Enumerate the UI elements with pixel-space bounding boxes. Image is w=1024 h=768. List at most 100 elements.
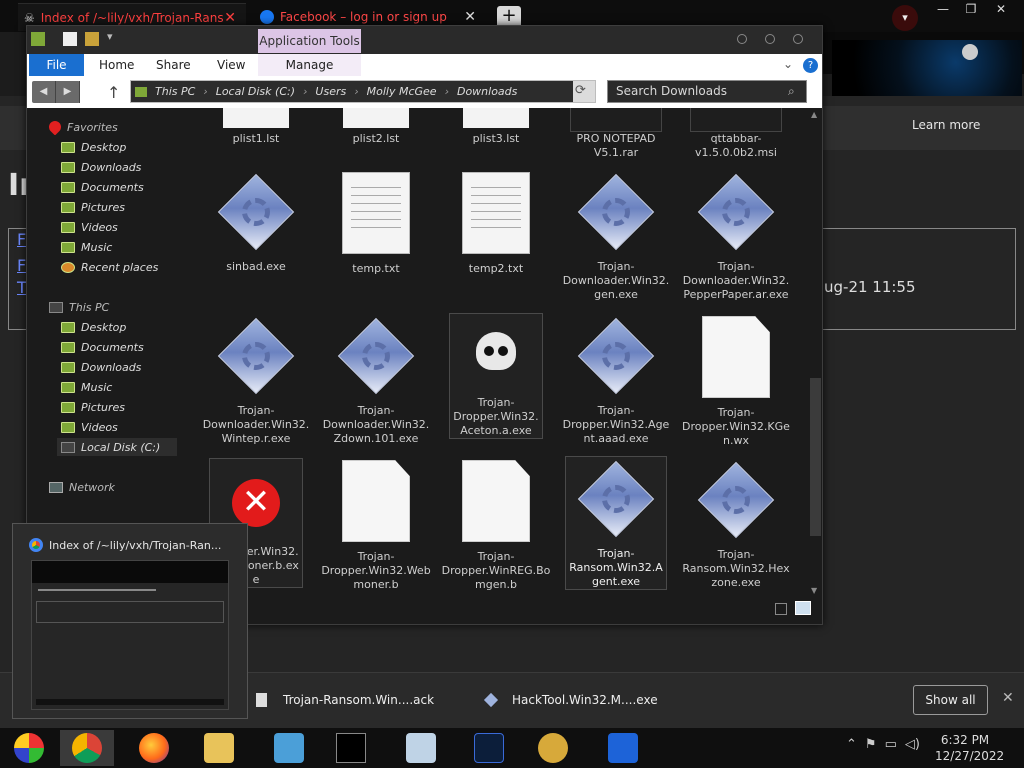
chevron-down-icon[interactable]: ▾ [892,5,918,31]
taskbar-people[interactable] [262,730,316,766]
maximize-icon[interactable] [765,34,775,44]
vertical-scrollbar[interactable]: ▲ ▼ [809,108,822,598]
download-item[interactable]: Trojan-Ransom.Win....ack [256,693,434,707]
file-item[interactable]: plist2.lst [321,108,431,146]
volume-icon[interactable]: ◁) [905,737,920,752]
avatar[interactable] [962,44,978,60]
scroll-down-icon[interactable]: ▼ [811,586,817,595]
breadcrumb-item[interactable]: Molly McGee [367,85,437,98]
nav-fav-documents[interactable]: Documents [61,178,144,196]
download-item-label: Trojan-Ransom.Win....ack [283,693,435,707]
taskbar-clock[interactable]: 6:32 PM 12/27/2022 [935,732,1004,764]
file-item[interactable]: Trojan-Dropper.Win32.KGen.wx [681,316,791,448]
help-icon[interactable]: ? [803,58,818,73]
tab-home[interactable]: Home [99,54,134,76]
file-item[interactable]: sinbad.exe [201,172,311,274]
taskbar-chrome[interactable] [60,730,114,766]
nav-favorites[interactable]: Favorites [46,118,118,136]
scrollbar-thumb[interactable] [810,378,821,536]
close-tab-icon[interactable]: ✕ [224,10,236,26]
taskbar-thumbnail-preview[interactable]: Index of /~lily/vxh/Trojan-Ran... [12,523,248,719]
file-item[interactable]: plist3.lst [441,108,551,146]
back-icon[interactable]: ◀ [32,81,56,103]
file-item[interactable]: Trojan-Dropper.Win32.Aceton.a.exe [449,313,543,439]
search-input[interactable]: Search Downloads ⌕ [607,80,807,103]
refresh-icon[interactable]: ⟳ [575,83,586,98]
close-shelf-icon[interactable]: ✕ [1002,690,1014,706]
close-tab-icon[interactable]: ✕ [464,9,476,25]
download-item[interactable]: HackTool.Win32.M....exe [483,692,658,708]
nav-pc-downloads[interactable]: Downloads [61,358,141,376]
taskbar-keys[interactable] [526,730,580,766]
file-item[interactable]: Trojan-Dropper.WinREG.Bomgen.b [441,460,551,592]
close-icon[interactable] [793,34,803,44]
breadcrumb-item[interactable]: Downloads [457,85,517,98]
nav-pc-documents[interactable]: Documents [61,338,144,356]
nav-fav-recent[interactable]: Recent places [61,258,158,276]
nav-fav-pictures[interactable]: Pictures [61,198,125,216]
restore-icon[interactable]: ❐ [956,2,986,18]
nav-pc-desktop[interactable]: Desktop [61,318,126,336]
properties-icon[interactable] [63,32,77,46]
taskbar-monitor[interactable] [394,730,448,766]
minimize-icon[interactable] [737,34,747,44]
listing-link[interactable]: F [17,230,26,249]
file-item-selected[interactable]: Trojan-Ransom.Win32.Agent.exe [565,456,667,590]
tab-manage[interactable]: Manage [258,54,361,76]
flag-icon[interactable]: ⚑ [865,737,877,752]
file-item[interactable]: plist1.lst [201,108,311,146]
nav-fav-videos[interactable]: Videos [61,218,118,236]
nav-pc-pictures[interactable]: Pictures [61,398,125,416]
customize-toolbar-icon[interactable]: ▾ [107,30,113,43]
file-item[interactable]: Trojan-Dropper.Win32.Webmoner.b [321,460,431,592]
file-item[interactable]: qttabbar-v1.5.0.0b2.msi [681,108,791,160]
forward-icon[interactable]: ▶ [56,81,80,103]
pictures-icon [61,201,75,213]
breadcrumb-item[interactable]: Users [315,85,346,98]
taskbar-cmd[interactable] [324,730,378,766]
file-item[interactable]: temp.txt [321,172,431,276]
chevron-up-icon[interactable]: ⌃ [846,737,857,752]
file-item[interactable]: Trojan-Downloader.Win32.PepperPaper.ar.e… [681,172,791,302]
file-item[interactable]: Trojan-Dropper.Win32.Agent.aaad.exe [561,316,671,446]
start-button[interactable] [2,730,56,766]
show-all-button[interactable]: Show all [913,685,988,715]
nav-pc-local-disk[interactable]: Local Disk (C:) [57,438,177,456]
breadcrumb-item[interactable]: Local Disk (C:) [216,85,295,98]
tab-view[interactable]: View [217,54,245,76]
tab-file[interactable]: File [29,54,84,76]
details-view-icon[interactable] [775,603,787,615]
taskbar-file-explorer[interactable] [192,730,246,766]
file-item[interactable]: Trojan-Ransom.Win32.Hexzone.exe [681,460,791,590]
nav-fav-desktop[interactable]: Desktop [61,138,126,156]
network-icon[interactable]: ▭ [885,737,897,752]
file-label: Trojan-Dropper.Win32.Agent.aaad.exe [562,404,670,445]
nav-fav-downloads[interactable]: Downloads [61,158,141,176]
file-item[interactable]: Trojan-Downloader.Win32.gen.exe [561,172,671,302]
file-item[interactable]: Trojan-Downloader.Win32.Zdown.101.exe [321,316,431,446]
search-icon[interactable]: ⌕ [788,81,795,102]
taskbar-app[interactable] [462,730,516,766]
file-item[interactable]: PRO NOTEPAD V5.1.rar [561,108,671,160]
nav-fav-music[interactable]: Music [61,238,112,256]
minimize-icon[interactable]: — [928,2,958,18]
up-arrow-icon[interactable]: ↑ [107,83,120,102]
close-window-icon[interactable]: ✕ [986,2,1016,18]
learn-more-link[interactable]: Learn more [912,118,980,132]
tab-share[interactable]: Share [156,54,191,76]
taskbar-hacker-app[interactable] [596,730,650,766]
file-item[interactable]: temp2.txt [441,172,551,276]
large-icons-view-icon[interactable] [795,601,811,615]
nav-network[interactable]: Network [49,478,115,496]
file-item[interactable]: Trojan-Downloader.Win32.Wintep.r.exe [201,316,311,446]
expand-ribbon-icon[interactable]: ⌄ [783,57,793,71]
nav-this-pc[interactable]: This PC [49,298,109,316]
new-folder-icon[interactable] [85,32,99,46]
scroll-up-icon[interactable]: ▲ [811,110,817,119]
listing-link[interactable]: F [17,256,26,275]
nav-pc-videos[interactable]: Videos [61,418,118,436]
nav-pc-music[interactable]: Music [61,378,112,396]
taskbar-firefox[interactable] [127,730,181,766]
breadcrumb-item[interactable]: This PC [155,85,195,98]
address-bar[interactable]: This PC › Local Disk (C:) › Users › Moll… [130,80,596,103]
